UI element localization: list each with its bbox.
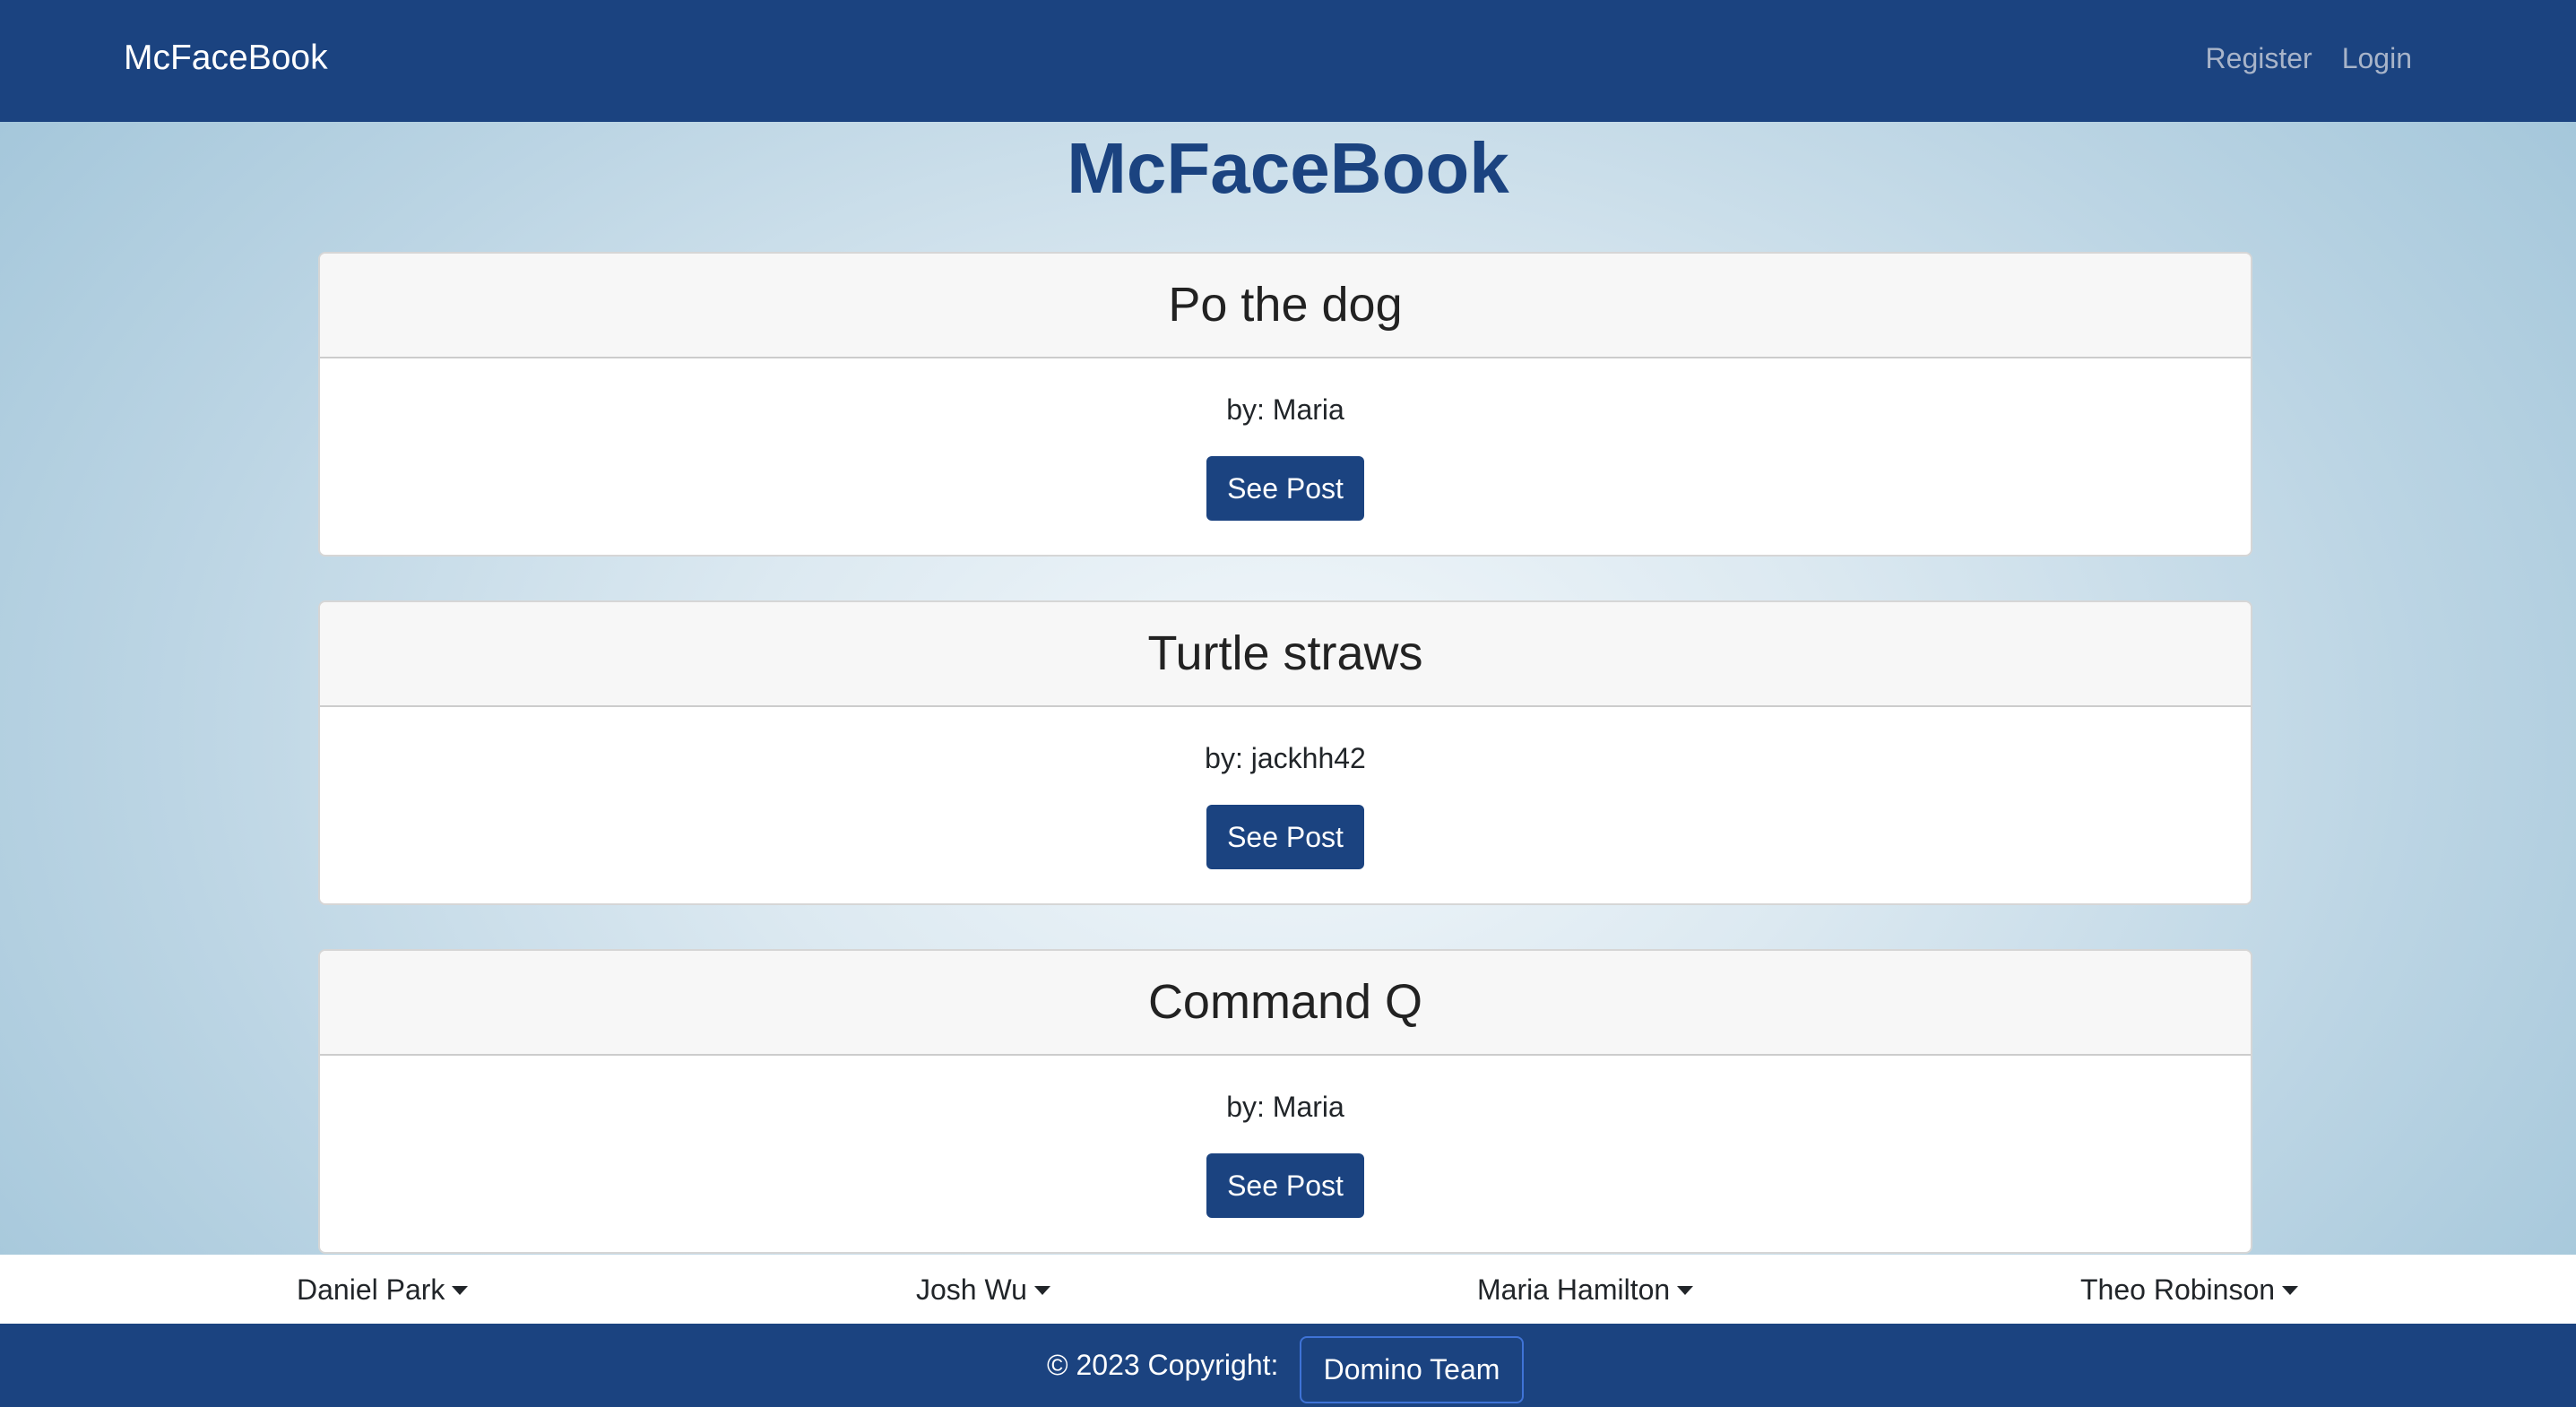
footer: © 2023 Copyright: Domino Team: [0, 1324, 2576, 1407]
post-card: Command Q by: Maria See Post: [318, 949, 2252, 1254]
member-name: Maria Hamilton: [1477, 1273, 1671, 1306]
post-author: by: Maria: [1226, 1091, 1344, 1123]
post-card: Po the dog by: Maria See Post: [318, 252, 2252, 557]
navbar-brand[interactable]: McFaceBook: [124, 36, 328, 81]
top-navbar: McFaceBook Register Login: [0, 0, 2576, 122]
register-link[interactable]: Register: [2206, 36, 2312, 81]
page-title: McFaceBook: [1067, 128, 1509, 208]
see-post-button[interactable]: See Post: [1206, 456, 1364, 521]
member-dropdown-josh-wu[interactable]: Josh Wu: [916, 1271, 1050, 1308]
navbar-links: Register Login: [2206, 36, 2412, 81]
member-name: Theo Robinson: [2080, 1273, 2276, 1306]
see-post-button[interactable]: See Post: [1206, 805, 1364, 869]
member-name: Josh Wu: [916, 1273, 1027, 1306]
post-author: by: Maria: [1226, 393, 1344, 426]
member-bar: Daniel Park Josh Wu Maria Hamilton Theo …: [0, 1255, 2576, 1324]
caret-down-icon: [452, 1286, 469, 1295]
caret-down-icon: [2282, 1286, 2299, 1295]
see-post-button[interactable]: See Post: [1206, 1153, 1364, 1218]
post-card: Turtle straws by: jackhh42 See Post: [318, 600, 2252, 905]
post-body: by: jackhh42 See Post: [320, 707, 2251, 869]
member-dropdown-theo-robinson[interactable]: Theo Robinson: [2080, 1271, 2299, 1308]
login-link[interactable]: Login: [2342, 36, 2412, 81]
caret-down-icon: [1677, 1286, 1694, 1295]
member-dropdown-daniel-park[interactable]: Daniel Park: [297, 1271, 469, 1308]
caret-down-icon: [1033, 1286, 1050, 1295]
post-title: Po the dog: [320, 254, 2251, 358]
post-title: Turtle straws: [320, 602, 2251, 707]
post-body: by: Maria See Post: [320, 358, 2251, 521]
copyright-text: © 2023 Copyright:: [1047, 1349, 1279, 1381]
post-body: by: Maria See Post: [320, 1056, 2251, 1218]
post-author: by: jackhh42: [1205, 742, 1366, 774]
post-title: Command Q: [320, 951, 2251, 1056]
post-list: Po the dog by: Maria See Post Turtle str…: [318, 252, 2252, 1298]
team-button[interactable]: Domino Team: [1300, 1336, 1524, 1403]
member-name: Daniel Park: [297, 1273, 445, 1306]
member-dropdown-maria-hamilton[interactable]: Maria Hamilton: [1477, 1271, 1694, 1308]
